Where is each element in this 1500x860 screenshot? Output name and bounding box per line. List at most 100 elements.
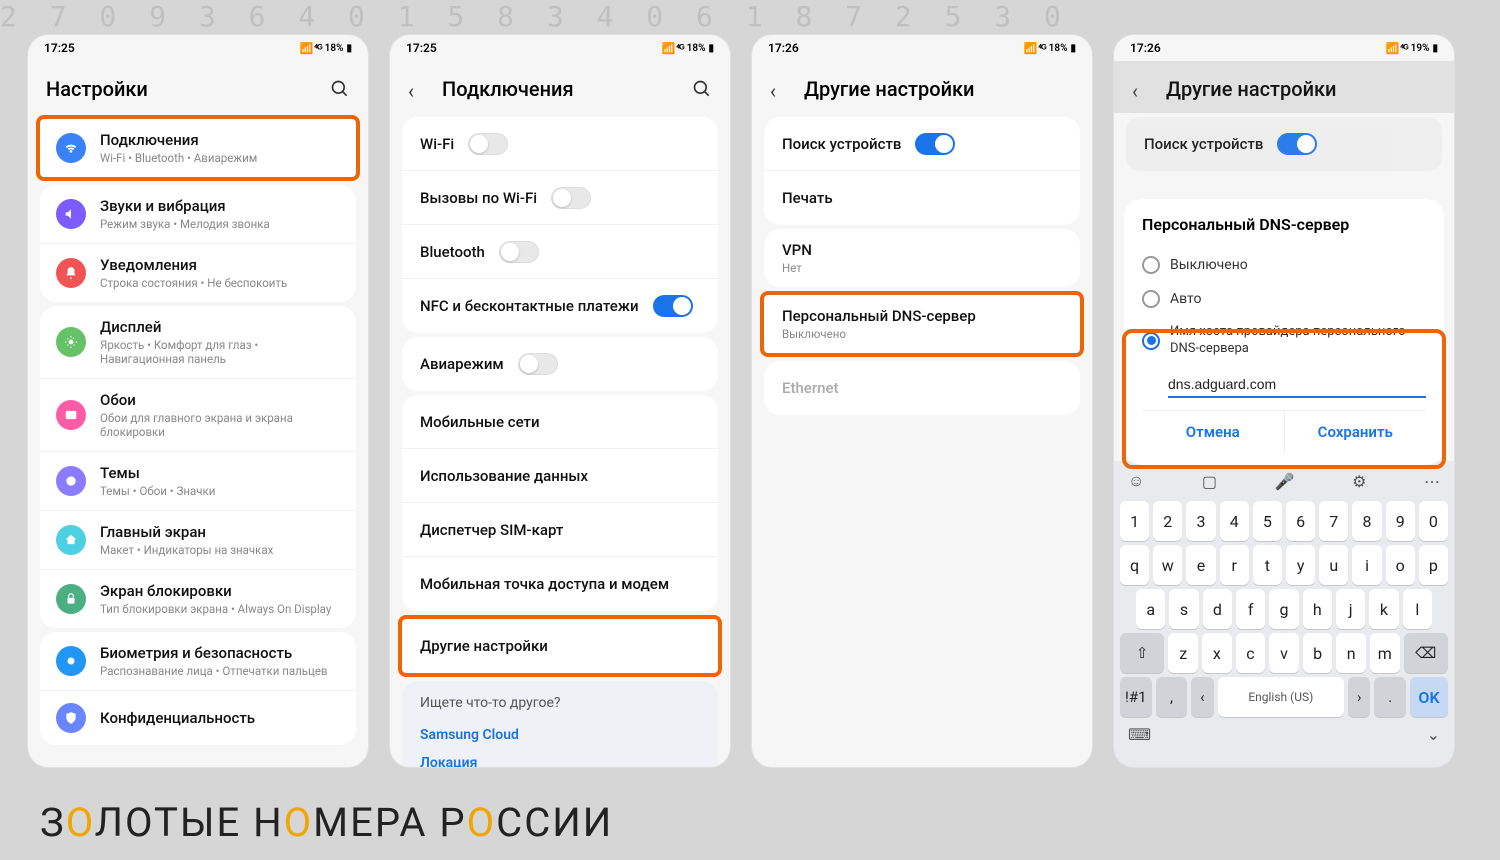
- key-j[interactable]: j: [1336, 589, 1365, 629]
- row-airplane[interactable]: Авиарежим: [402, 337, 718, 391]
- key-n[interactable]: n: [1336, 633, 1366, 673]
- status-battery: 18%: [325, 43, 344, 54]
- row-bluetooth[interactable]: Bluetooth: [402, 225, 718, 279]
- ok-key[interactable]: OK: [1410, 677, 1448, 717]
- row-connections[interactable]: Подключения Wi-Fi • Bluetooth • Авиарежи…: [40, 119, 356, 177]
- row-display[interactable]: ДисплейЯркость • Комфорт для глаз • Нави…: [40, 306, 356, 379]
- lang-prev-key[interactable]: ‹: [1191, 677, 1213, 717]
- key-c[interactable]: c: [1236, 633, 1266, 673]
- key-5[interactable]: 5: [1253, 501, 1282, 541]
- spacebar-key[interactable]: English (US): [1218, 677, 1345, 717]
- key-t[interactable]: t: [1253, 545, 1282, 585]
- key-p[interactable]: p: [1419, 545, 1448, 585]
- row-more-settings[interactable]: Другие настройки: [402, 619, 718, 673]
- key-x[interactable]: x: [1202, 633, 1232, 673]
- devicesearch-toggle[interactable]: [1277, 133, 1317, 155]
- wifi-toggle[interactable]: [468, 133, 508, 155]
- row-print[interactable]: Печать: [764, 171, 1080, 225]
- key-m[interactable]: m: [1370, 633, 1400, 673]
- key-2[interactable]: 2: [1153, 501, 1182, 541]
- cancel-button[interactable]: Отмена: [1142, 411, 1285, 453]
- mic-icon[interactable]: 🎤: [1275, 472, 1295, 491]
- key-u[interactable]: u: [1319, 545, 1348, 585]
- row-homescreen[interactable]: Главный экранМакет • Индикаторы на значк…: [40, 511, 356, 570]
- key-3[interactable]: 3: [1186, 501, 1215, 541]
- row-lockscreen[interactable]: Экран блокировкиТип блокировки экрана • …: [40, 570, 356, 628]
- row-wifi-calling[interactable]: Вызовы по Wi-Fi: [402, 171, 718, 225]
- save-button[interactable]: Сохранить: [1285, 411, 1427, 453]
- more-icon[interactable]: ⋯: [1424, 472, 1440, 491]
- key-s[interactable]: s: [1169, 589, 1198, 629]
- row-data-usage[interactable]: Использование данных: [402, 449, 718, 503]
- key-k[interactable]: k: [1369, 589, 1398, 629]
- row-hotspot[interactable]: Мобильная точка доступа и модем: [402, 557, 718, 611]
- key-l[interactable]: l: [1403, 589, 1432, 629]
- row-device-search[interactable]: Поиск устройств: [1126, 117, 1442, 171]
- key-q[interactable]: q: [1120, 545, 1149, 585]
- back-icon[interactable]: ‹: [1132, 79, 1152, 99]
- row-wifi[interactable]: Wi-Fi: [402, 117, 718, 171]
- key-9[interactable]: 9: [1386, 501, 1415, 541]
- comma-key[interactable]: ,: [1156, 677, 1188, 717]
- row-notifications[interactable]: УведомленияСтрока состояния • Не беспоко…: [40, 244, 356, 302]
- link-samsung-cloud[interactable]: Samsung Cloud: [420, 721, 700, 749]
- airplane-toggle[interactable]: [518, 353, 558, 375]
- key-w[interactable]: w: [1153, 545, 1182, 585]
- back-icon[interactable]: ‹: [408, 79, 428, 99]
- key-v[interactable]: v: [1269, 633, 1299, 673]
- row-ethernet[interactable]: Ethernet: [764, 361, 1080, 415]
- key-1[interactable]: 1: [1120, 501, 1149, 541]
- shift-key[interactable]: ⇧: [1120, 633, 1164, 673]
- symbols-key[interactable]: !#1: [1120, 677, 1152, 717]
- key-z[interactable]: z: [1168, 633, 1198, 673]
- sticker-icon[interactable]: ▢: [1202, 472, 1217, 491]
- search-icon[interactable]: [692, 79, 712, 99]
- devicesearch-toggle[interactable]: [915, 133, 955, 155]
- key-0[interactable]: 0: [1419, 501, 1448, 541]
- row-private-dns[interactable]: Персональный DNS-серверВыключено: [764, 295, 1080, 353]
- key-g[interactable]: g: [1269, 589, 1298, 629]
- nfc-toggle[interactable]: [653, 295, 693, 317]
- row-device-search[interactable]: Поиск устройств: [764, 117, 1080, 171]
- lang-next-key[interactable]: ›: [1348, 677, 1370, 717]
- search-icon[interactable]: [330, 79, 350, 99]
- key-y[interactable]: y: [1286, 545, 1315, 585]
- radio-hostname[interactable]: Имя хоста провайдера персонального DNS-с…: [1142, 316, 1426, 366]
- key-i[interactable]: i: [1352, 545, 1381, 585]
- row-privacy[interactable]: Конфиденциальность: [40, 691, 356, 745]
- gear-icon[interactable]: ⚙: [1352, 472, 1366, 491]
- radio-off[interactable]: Выключено: [1142, 248, 1426, 282]
- row-nfc[interactable]: NFC и бесконтактные платежи: [402, 279, 718, 333]
- key-a[interactable]: a: [1136, 589, 1165, 629]
- key-o[interactable]: o: [1386, 545, 1415, 585]
- key-h[interactable]: h: [1303, 589, 1332, 629]
- row-biometrics[interactable]: Биометрия и безопасностьРаспознавание ли…: [40, 632, 356, 691]
- key-7[interactable]: 7: [1319, 501, 1348, 541]
- row-themes[interactable]: ТемыТемы • Обои • Значки: [40, 452, 356, 511]
- keyboard-collapse-icon[interactable]: ⌨: [1128, 725, 1151, 744]
- emoji-icon[interactable]: ☺: [1128, 471, 1144, 491]
- link-location[interactable]: Локация: [420, 749, 700, 767]
- row-mobile-networks[interactable]: Мобильные сети: [402, 395, 718, 449]
- keyboard-row-zxc: ⇧ zxcvbnm⌫: [1118, 633, 1450, 673]
- row-sounds[interactable]: Звуки и вибрацияРежим звука • Мелодия зв…: [40, 185, 356, 244]
- key-b[interactable]: b: [1303, 633, 1333, 673]
- key-e[interactable]: e: [1186, 545, 1215, 585]
- back-icon[interactable]: ‹: [770, 79, 790, 99]
- key-6[interactable]: 6: [1286, 501, 1315, 541]
- key-d[interactable]: d: [1203, 589, 1232, 629]
- key-r[interactable]: r: [1220, 545, 1249, 585]
- radio-auto[interactable]: Авто: [1142, 282, 1426, 316]
- dns-hostname-input[interactable]: [1168, 372, 1426, 398]
- key-8[interactable]: 8: [1352, 501, 1381, 541]
- row-sim-manager[interactable]: Диспетчер SIM-карт: [402, 503, 718, 557]
- key-4[interactable]: 4: [1220, 501, 1249, 541]
- key-f[interactable]: f: [1236, 589, 1265, 629]
- backspace-key[interactable]: ⌫: [1404, 633, 1448, 673]
- keyboard-expand-icon[interactable]: ⌄: [1427, 725, 1440, 744]
- wificall-toggle[interactable]: [551, 187, 591, 209]
- row-wallpaper[interactable]: ОбоиОбои для главного экрана и экрана бл…: [40, 379, 356, 452]
- row-vpn[interactable]: VPNНет: [764, 229, 1080, 287]
- bt-toggle[interactable]: [499, 241, 539, 263]
- period-key[interactable]: .: [1374, 677, 1406, 717]
